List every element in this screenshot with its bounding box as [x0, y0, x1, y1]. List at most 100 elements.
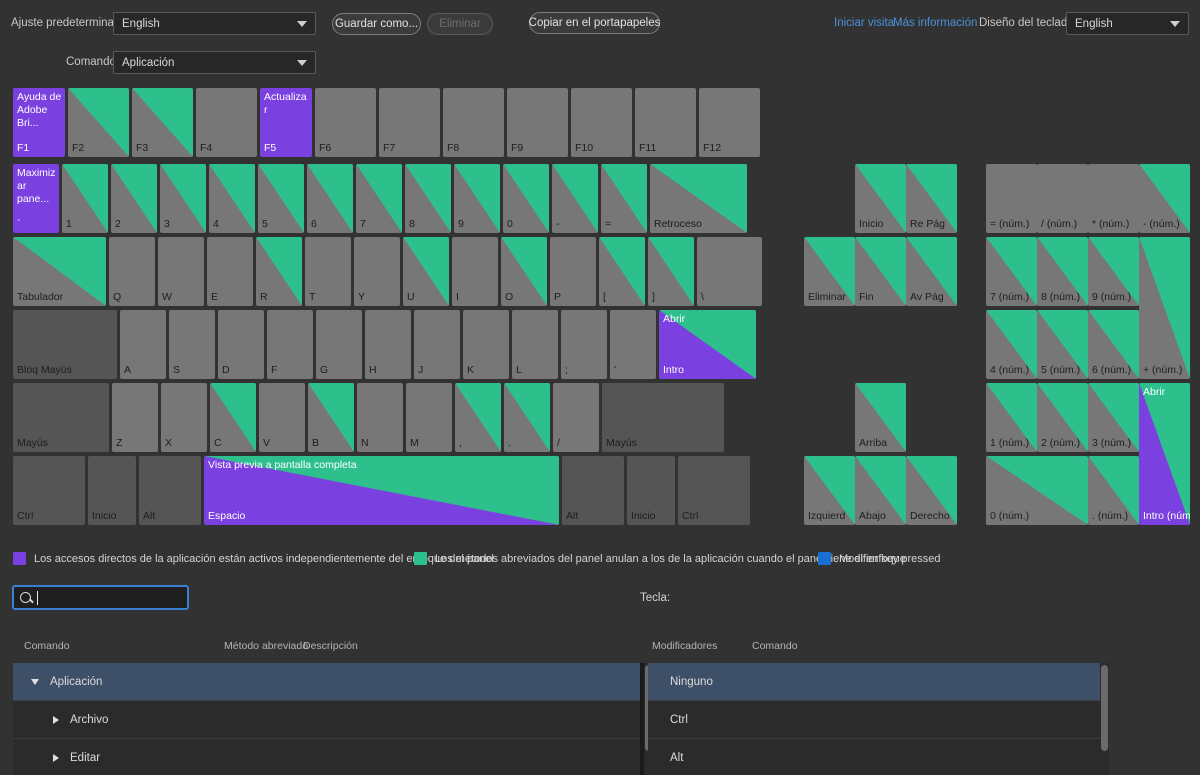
key-numpad-minus[interactable]: - (núm.): [1139, 164, 1190, 233]
key-enter[interactable]: Abrir Intro: [659, 310, 756, 379]
key-shift-right[interactable]: Mayús: [602, 383, 724, 452]
delete-button[interactable]: Eliminar: [427, 13, 493, 35]
key-7[interactable]: 7: [356, 164, 402, 233]
key-numpad-4[interactable]: 4 (núm.): [986, 310, 1037, 379]
tree-row[interactable]: Editar: [13, 739, 640, 775]
key-r[interactable]: R: [256, 237, 302, 306]
key-j[interactable]: J: [414, 310, 460, 379]
key-numpad-equals[interactable]: = (núm.): [986, 164, 1037, 233]
key-period[interactable]: .: [504, 383, 550, 452]
modifier-row[interactable]: Alt: [648, 739, 1109, 775]
key-h[interactable]: H: [365, 310, 411, 379]
key-f[interactable]: F: [267, 310, 313, 379]
save-as-button[interactable]: Guardar como...: [332, 13, 421, 35]
key-9[interactable]: 9: [454, 164, 500, 233]
key-f10[interactable]: F10: [571, 88, 632, 157]
key-abajo[interactable]: Abajo: [855, 456, 906, 525]
key-6[interactable]: 6: [307, 164, 353, 233]
key-home-right[interactable]: Inicio: [627, 456, 675, 525]
key-l[interactable]: L: [512, 310, 558, 379]
key-p[interactable]: P: [550, 237, 596, 306]
search-input[interactable]: [12, 585, 189, 610]
key-8[interactable]: 8: [405, 164, 451, 233]
key-numpad-9[interactable]: 9 (núm.): [1088, 237, 1139, 306]
key-re-p-g[interactable]: Re Pág: [906, 164, 957, 233]
modifier-row[interactable]: Ctrl: [648, 701, 1109, 739]
key-space[interactable]: Vista previa a pantalla completa Espacio: [204, 456, 559, 525]
key-comma[interactable]: ,: [455, 383, 501, 452]
key-x[interactable]: X: [161, 383, 207, 452]
key-f7[interactable]: F7: [379, 88, 440, 157]
modifiers-list[interactable]: Ninguno Ctrl Alt: [648, 663, 1109, 775]
preset-select[interactable]: English: [113, 12, 316, 35]
key-numpad-decimal[interactable]: . (núm.): [1088, 456, 1139, 525]
key-alt-right[interactable]: Alt: [562, 456, 624, 525]
key-backslash[interactable]: \: [697, 237, 762, 306]
modifier-row[interactable]: Ninguno: [648, 663, 1109, 701]
key-[interactable]: ]: [648, 237, 694, 306]
key-[interactable]: -: [552, 164, 598, 233]
key-numpad-plus[interactable]: + (núm.): [1139, 237, 1190, 379]
key-inicio[interactable]: Inicio: [855, 164, 906, 233]
key-q[interactable]: Q: [109, 237, 155, 306]
key-numpad-6[interactable]: 6 (núm.): [1088, 310, 1139, 379]
key-numpad-1[interactable]: 1 (núm.): [986, 383, 1037, 452]
key-v[interactable]: V: [259, 383, 305, 452]
key-z[interactable]: Z: [112, 383, 158, 452]
key-3[interactable]: 3: [160, 164, 206, 233]
key-alt-left[interactable]: Alt: [139, 456, 201, 525]
key-f12[interactable]: F12: [699, 88, 760, 157]
keyboard-layout-select[interactable]: English: [1066, 12, 1189, 35]
key-bloq-may-s[interactable]: Bloq Mayús: [13, 310, 117, 379]
key-home-left[interactable]: Inicio: [88, 456, 136, 525]
key-fin[interactable]: Fin: [855, 237, 906, 306]
more-info-link[interactable]: Más información: [893, 17, 977, 29]
key-f8[interactable]: F8: [443, 88, 504, 157]
key-0[interactable]: 0: [503, 164, 549, 233]
key-u[interactable]: U: [403, 237, 449, 306]
key-slash[interactable]: /: [553, 383, 599, 452]
chevron-right-icon[interactable]: [53, 715, 59, 724]
key-4[interactable]: 4: [209, 164, 255, 233]
key-[interactable]: ;: [561, 310, 607, 379]
key-g[interactable]: G: [316, 310, 362, 379]
key-numpad-2[interactable]: 2 (núm.): [1037, 383, 1088, 452]
scrollbar-thumb[interactable]: [1101, 665, 1108, 751]
key-arriba[interactable]: Arriba: [855, 383, 906, 452]
key-a[interactable]: A: [120, 310, 166, 379]
tree-row[interactable]: Archivo: [13, 701, 640, 739]
key-5[interactable]: 5: [258, 164, 304, 233]
copy-to-clipboard-button[interactable]: Copiar en el portapapeles: [529, 12, 660, 34]
key-i[interactable]: I: [452, 237, 498, 306]
commands-tree[interactable]: Aplicación Archivo Editar: [13, 663, 653, 775]
key-w[interactable]: W: [158, 237, 204, 306]
key-numpad-5[interactable]: 5 (núm.): [1037, 310, 1088, 379]
key-k[interactable]: K: [463, 310, 509, 379]
key-n[interactable]: N: [357, 383, 403, 452]
key-f3[interactable]: F3: [132, 88, 193, 157]
key-[interactable]: [: [599, 237, 645, 306]
key-numpad-8[interactable]: 8 (núm.): [1037, 237, 1088, 306]
key-numpad-7[interactable]: 7 (núm.): [986, 237, 1037, 306]
right-table-scrollbar[interactable]: [1100, 663, 1109, 775]
key-numpad-0[interactable]: 0 (núm.): [986, 456, 1088, 525]
commands-select[interactable]: Aplicación: [113, 51, 316, 74]
key-y[interactable]: Y: [354, 237, 400, 306]
key-[interactable]: ': [610, 310, 656, 379]
key-retroceso[interactable]: Retroceso: [650, 164, 747, 233]
key-eliminar[interactable]: Eliminar: [804, 237, 855, 306]
key-o[interactable]: O: [501, 237, 547, 306]
key-2[interactable]: 2: [111, 164, 157, 233]
key-numpad-3[interactable]: 3 (núm.): [1088, 383, 1139, 452]
key-f2[interactable]: F2: [68, 88, 129, 157]
key-e[interactable]: E: [207, 237, 253, 306]
key-derecho[interactable]: Derecho: [906, 456, 957, 525]
key-shift-left[interactable]: Mayús: [13, 383, 109, 452]
key-1[interactable]: 1: [62, 164, 108, 233]
key-s[interactable]: S: [169, 310, 215, 379]
key-av-p-g[interactable]: Av Pág: [906, 237, 957, 306]
key-f1[interactable]: Ayuda de Adobe Bri... F1: [13, 88, 65, 157]
key-f11[interactable]: F11: [635, 88, 696, 157]
key-m[interactable]: M: [406, 383, 452, 452]
key-[interactable]: =: [601, 164, 647, 233]
